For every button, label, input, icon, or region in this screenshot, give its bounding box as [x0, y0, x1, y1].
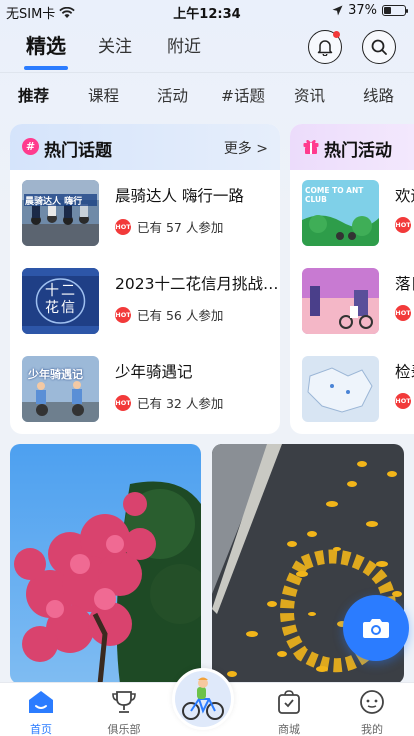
camera-button[interactable]: [343, 595, 409, 661]
topic-item[interactable]: 少年骑遇记 少年骑遇记 HOT 已有 32 人参加: [22, 356, 280, 422]
battery-icon: [382, 5, 408, 16]
hot-badge: HOT: [115, 218, 131, 235]
subtab-topics[interactable]: #话题: [221, 84, 265, 106]
topic-thumbnail-text: 晨骑达人 嗨行: [25, 197, 83, 207]
location-arrow-icon: [332, 5, 343, 16]
nav-club-label: 俱乐部: [107, 723, 141, 736]
activity-title: 欢迎: [395, 187, 414, 205]
activity-title: 检录: [395, 363, 414, 381]
subtab-activities[interactable]: 活动: [157, 84, 188, 106]
topic-title: 晨骑达人 嗨行一路: [115, 187, 244, 205]
topic-thumbnail-text: 少年骑遇记: [28, 368, 83, 381]
topic-item[interactable]: 十二 花信 2023十二花信月挑战… HOT 已有 56 人参加: [22, 268, 280, 334]
hot-badge: HOT: [395, 393, 411, 409]
hot-badge: HOT: [115, 306, 131, 323]
topic-title: 2023十二花信月挑战…: [115, 275, 279, 293]
profile-icon: [360, 690, 384, 714]
header-divider: [0, 72, 414, 73]
participants-count: 已有 32 人参加: [137, 396, 224, 411]
search-icon: [371, 39, 387, 55]
topic-thumbnail: 晨骑达人 嗨行: [22, 180, 99, 246]
feed-photo-flowers[interactable]: [10, 444, 201, 684]
topic-thumbnail: 十二 花信: [22, 268, 99, 334]
subtab-recommended[interactable]: 推荐: [18, 84, 49, 106]
shop-bag-icon: [278, 690, 300, 714]
hashtag-icon: #: [22, 138, 39, 155]
camera-icon: [363, 619, 389, 638]
nav-profile[interactable]: 我的: [342, 689, 402, 736]
category-tabs: 推荐 课程 活动 #话题 资讯 线路: [0, 84, 414, 108]
activity-thumbnail-text: COME TO ANT CLUB: [305, 186, 364, 204]
hot-topics-header: # 热门话题 更多 >: [10, 124, 280, 170]
status-bar: 无SIM卡 上午12:34 37%: [0, 0, 414, 22]
battery-percent: 37%: [348, 3, 377, 18]
hot-topics-card: # 热门话题 更多 > 晨骑达人 嗨行 晨骑达人 嗨行一路 HOT 已有 57 …: [10, 124, 280, 434]
tab-nearby[interactable]: 附近: [167, 32, 201, 57]
center-ride-button[interactable]: [172, 668, 234, 730]
activity-item[interactable]: COME TO ANT CLUB 欢迎 HOT: [302, 180, 414, 246]
gift-icon: [303, 139, 319, 154]
topic-thumbnail: 少年骑遇记: [22, 356, 99, 422]
activity-thumbnail: [302, 268, 379, 334]
nav-home-label: 首页: [30, 723, 52, 736]
notification-button[interactable]: [308, 30, 342, 64]
topic-item[interactable]: 晨骑达人 嗨行 晨骑达人 嗨行一路 HOT 已有 57 人参加: [22, 180, 280, 246]
bell-icon: [317, 40, 333, 56]
subtab-routes[interactable]: 线路: [363, 84, 394, 106]
hot-badge: HOT: [115, 394, 131, 411]
participants-count: 已有 56 人参加: [137, 308, 224, 323]
activity-item[interactable]: 检录 HOT: [302, 356, 414, 422]
activity-thumbnail: [302, 356, 379, 422]
subtab-news[interactable]: 资讯: [294, 84, 325, 106]
activity-item[interactable]: 落日 HOT: [302, 268, 414, 334]
notification-dot: [333, 31, 340, 38]
hot-activities-header: 热门活动: [290, 124, 414, 170]
nav-profile-label: 我的: [361, 723, 383, 736]
hot-badge: HOT: [395, 217, 411, 233]
nav-shop[interactable]: 商城: [259, 689, 319, 736]
nav-shop-label: 商城: [278, 723, 300, 736]
nav-club[interactable]: 俱乐部: [94, 689, 154, 736]
topic-thumbnail-text: 十二 花信: [45, 283, 77, 316]
tab-featured[interactable]: 精选: [26, 30, 66, 59]
tab-following[interactable]: 关注: [98, 32, 132, 57]
hot-activities-title: 热门活动: [324, 141, 392, 161]
header: 精选 关注 附近: [0, 30, 414, 70]
more-link[interactable]: 更多 >: [224, 138, 268, 158]
topic-title: 少年骑遇记: [115, 363, 193, 381]
cyclist-icon: [175, 671, 231, 727]
hot-badge: HOT: [395, 305, 411, 321]
hot-activities-card: 热门活动 COME TO ANT CLUB 欢迎 HOT: [290, 124, 414, 434]
subtab-courses[interactable]: 课程: [88, 84, 119, 106]
participants-count: 已有 57 人参加: [137, 220, 224, 235]
activity-title: 落日: [395, 275, 414, 293]
nav-home[interactable]: 首页: [11, 689, 71, 736]
active-tab-indicator: [24, 66, 68, 70]
trophy-icon: [112, 691, 136, 713]
search-button[interactable]: [362, 30, 396, 64]
home-icon: [29, 691, 53, 713]
activity-thumbnail: COME TO ANT CLUB: [302, 180, 379, 246]
hot-topics-title: 热门话题: [44, 141, 112, 161]
